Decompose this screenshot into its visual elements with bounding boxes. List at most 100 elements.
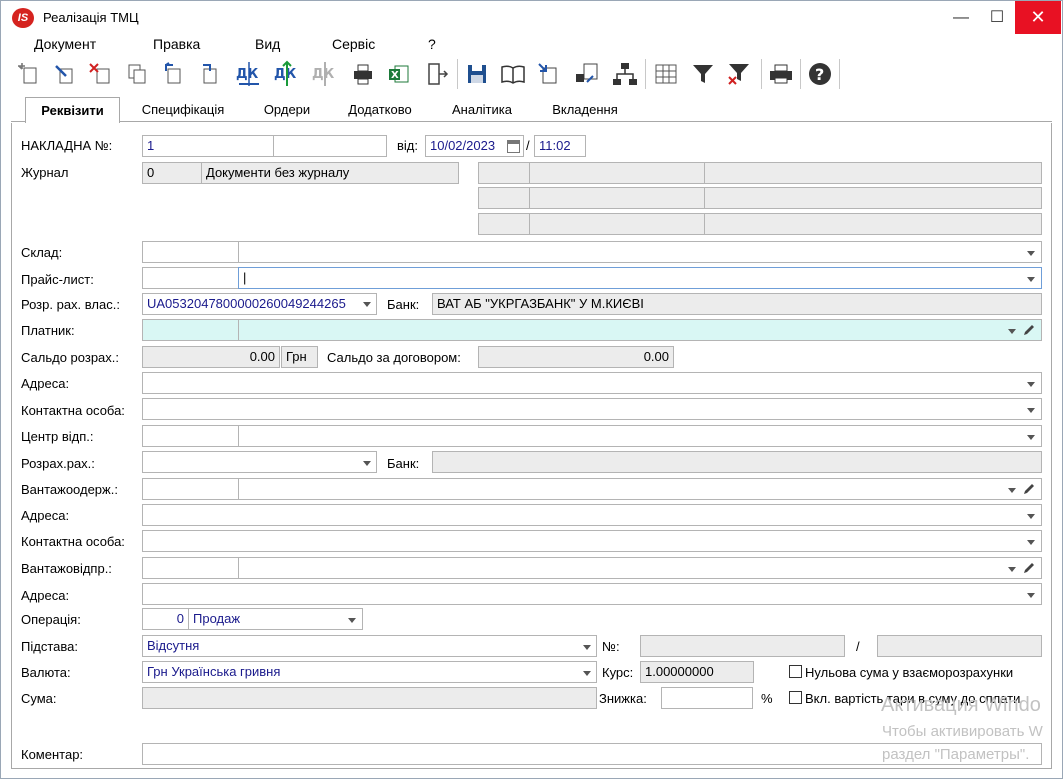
chevron-down-icon[interactable]: [363, 461, 371, 466]
journal-code-field: 0: [142, 162, 202, 184]
close-button[interactable]: ✕: [1015, 1, 1061, 34]
warehouse-code-field[interactable]: [142, 241, 239, 263]
currency-label: Валюта:: [21, 665, 71, 680]
operation-select[interactable]: Продаж: [188, 608, 363, 630]
redo-doc-icon[interactable]: [195, 60, 223, 88]
chevron-down-icon[interactable]: [1027, 251, 1035, 256]
pencil-icon[interactable]: [1022, 323, 1036, 337]
address-select[interactable]: [142, 372, 1042, 394]
address2-select[interactable]: [142, 504, 1042, 526]
invoice-suffix-field[interactable]: [273, 135, 387, 157]
operation-code-field[interactable]: 0: [142, 608, 189, 630]
chevron-down-icon[interactable]: [1027, 277, 1035, 282]
menu-view[interactable]: Вид: [255, 36, 280, 52]
chevron-down-icon[interactable]: [1027, 435, 1035, 440]
payer-select[interactable]: [238, 319, 1042, 341]
payer-label: Платник:: [21, 323, 75, 338]
doc-arrow-icon[interactable]: [573, 60, 601, 88]
chevron-down-icon[interactable]: [348, 618, 356, 623]
help-icon[interactable]: ?: [806, 60, 834, 88]
invoice-number-label: НАКЛАДНА №:: [21, 138, 113, 153]
doc-link-icon[interactable]: [535, 60, 563, 88]
chevron-down-icon[interactable]: [583, 645, 591, 650]
print-preview-icon[interactable]: [349, 60, 377, 88]
export-excel-icon[interactable]: X: [385, 60, 413, 88]
tab-orders[interactable]: Ордери: [249, 99, 325, 122]
tare-checkbox[interactable]: [789, 691, 802, 704]
discount-label: Знижка:: [599, 691, 647, 706]
undo-doc-icon[interactable]: [159, 60, 187, 88]
journal-label: Журнал: [21, 165, 69, 180]
pencil-icon[interactable]: [1022, 561, 1036, 575]
chevron-down-icon[interactable]: [1027, 593, 1035, 598]
tab-additional[interactable]: Додатково: [335, 99, 425, 122]
own-account-select[interactable]: UA053204780000026004924426​5: [142, 293, 377, 315]
chevron-down-icon[interactable]: [583, 671, 591, 676]
new-doc-icon[interactable]: [15, 60, 43, 88]
center-code-field[interactable]: [142, 425, 239, 447]
hierarchy-icon[interactable]: [611, 60, 639, 88]
filter-icon[interactable]: [689, 60, 717, 88]
menu-edit[interactable]: Правка: [153, 36, 200, 52]
menu-help[interactable]: ?: [428, 36, 436, 52]
percent-sign: %: [761, 691, 773, 706]
consignee-select[interactable]: [238, 478, 1042, 500]
book-icon[interactable]: [499, 60, 527, 88]
pricelist-code-field[interactable]: [142, 267, 239, 289]
edit-doc-icon[interactable]: [51, 60, 79, 88]
debit-credit-icon[interactable]: ДК: [235, 60, 263, 88]
toolbar-separator: [800, 59, 801, 89]
rate-field: 1.00000000: [640, 661, 754, 683]
journal-extra-1a: [478, 162, 530, 184]
date-time-separator: /: [526, 138, 530, 153]
chevron-down-icon[interactable]: [1027, 514, 1035, 519]
chevron-down-icon[interactable]: [1027, 540, 1035, 545]
discount-field[interactable]: [661, 687, 753, 709]
clear-filter-icon[interactable]: [725, 60, 753, 88]
center-select[interactable]: [238, 425, 1042, 447]
printer-icon[interactable]: [767, 60, 795, 88]
address2-label: Адреса:: [21, 508, 70, 523]
exit-door-icon[interactable]: [423, 60, 451, 88]
warehouse-select[interactable]: [238, 241, 1042, 263]
maximize-button[interactable]: ☐: [979, 1, 1015, 34]
time-field[interactable]: 11:02: [534, 135, 586, 157]
save-icon[interactable]: [463, 60, 491, 88]
contact2-select[interactable]: [142, 530, 1042, 552]
minimize-button[interactable]: —: [943, 1, 979, 34]
menu-service[interactable]: Сервіс: [332, 36, 375, 52]
currency-select[interactable]: Грн Українська гривня: [142, 661, 597, 683]
grid-icon[interactable]: [652, 60, 680, 88]
payer-code-field[interactable]: [142, 319, 239, 341]
zero-sum-checkbox[interactable]: [789, 665, 802, 678]
chevron-down-icon[interactable]: [1027, 408, 1035, 413]
basis-date-field: [877, 635, 1042, 657]
chevron-down-icon[interactable]: [1027, 382, 1035, 387]
delete-doc-icon[interactable]: [87, 60, 115, 88]
invoice-number-field[interactable]: 1: [142, 135, 274, 157]
chevron-down-icon[interactable]: [1008, 329, 1016, 334]
tab-analytics[interactable]: Аналітика: [437, 99, 527, 122]
chevron-down-icon[interactable]: [363, 302, 371, 307]
consignee-code-field[interactable]: [142, 478, 239, 500]
debit-credit-green-icon[interactable]: ДК: [273, 60, 301, 88]
chevron-down-icon[interactable]: [1008, 488, 1016, 493]
calendar-icon[interactable]: [507, 140, 520, 153]
shipper-code-field[interactable]: [142, 557, 239, 579]
tab-specification[interactable]: Специфікація: [127, 99, 239, 122]
address3-select[interactable]: [142, 583, 1042, 605]
tab-attachments[interactable]: Вкладення: [537, 99, 633, 122]
menu-document[interactable]: Документ: [34, 36, 96, 52]
zero-sum-label: Нульова сума у взаєморозрахунки: [805, 665, 1014, 680]
pencil-icon[interactable]: [1022, 482, 1036, 496]
basis-select[interactable]: Відсутня: [142, 635, 597, 657]
tab-requisites[interactable]: Реквізити: [25, 97, 120, 123]
chevron-down-icon[interactable]: [1008, 567, 1016, 572]
contact-select[interactable]: [142, 398, 1042, 420]
svg-text:?: ?: [815, 65, 824, 84]
copy-doc-icon[interactable]: [123, 60, 151, 88]
pricelist-select[interactable]: |: [238, 267, 1042, 289]
settle-account-select[interactable]: [142, 451, 377, 473]
main-window: IS Реалізація ТМЦ — ☐ ✕ Документ Правка …: [0, 0, 1063, 779]
shipper-select[interactable]: [238, 557, 1042, 579]
